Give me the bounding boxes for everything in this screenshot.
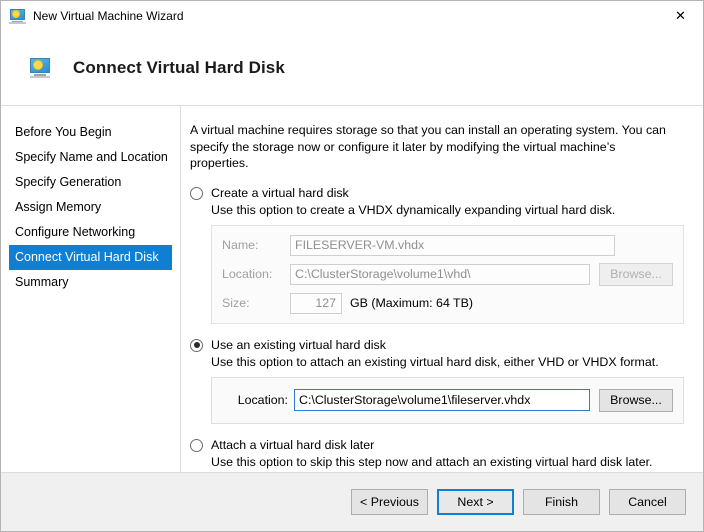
description-use-existing-virtual-hard-disk: Use this option to attach an existing vi…	[211, 354, 659, 369]
radio-create-virtual-hard-disk[interactable]: Create a virtual hard disk	[190, 186, 689, 200]
sidebar-item-specify-name-and-location[interactable]: Specify Name and Location	[1, 145, 172, 170]
existing-location-input[interactable]: C:\ClusterStorage\volume1\fileserver.vhd…	[294, 389, 590, 411]
virtual-machine-icon	[9, 8, 26, 24]
create-disk-group: Name: FILESERVER-VM.vhdx Location: C:\Cl…	[211, 224, 684, 324]
cancel-button[interactable]: Cancel	[609, 489, 686, 515]
radio-button-selected-icon[interactable]	[190, 338, 203, 352]
radio-label-use-existing-virtual-hard-disk: Use an existing virtual hard disk	[211, 337, 386, 352]
new-virtual-machine-wizard-window: New Virtual Machine Wizard ✕ Connect Vir…	[0, 0, 704, 532]
radio-button-icon[interactable]	[190, 438, 203, 452]
sidebar-item-specify-generation[interactable]: Specify Generation	[1, 170, 172, 195]
description-create-virtual-hard-disk: Use this option to create a VHDX dynamic…	[211, 202, 616, 217]
wizard-header: Connect Virtual Hard Disk	[1, 31, 703, 106]
radio-use-existing-virtual-hard-disk[interactable]: Use an existing virtual hard disk	[190, 338, 689, 352]
sidebar-item-before-you-begin[interactable]: Before You Begin	[1, 120, 172, 145]
browse-button-disabled: Browse...	[599, 262, 673, 286]
finish-button[interactable]: Finish	[523, 489, 600, 515]
location-label: Location:	[222, 267, 273, 281]
page-title: Connect Virtual Hard Disk	[73, 58, 285, 77]
existing-location-label: Location:	[237, 393, 288, 407]
name-field-row: Name: FILESERVER-VM.vhdx	[222, 234, 673, 256]
next-button[interactable]: Next >	[437, 489, 514, 515]
existing-location-field-row: Location: C:\ClusterStorage\volume1\file…	[222, 388, 673, 412]
browse-button[interactable]: Browse...	[599, 388, 673, 412]
radio-attach-virtual-hard-disk-later[interactable]: Attach a virtual hard disk later	[190, 438, 689, 452]
radio-label-create-virtual-hard-disk: Create a virtual hard disk	[211, 185, 349, 200]
wizard-body: Before You Begin Specify Name and Locati…	[1, 106, 703, 472]
location-field-row: Location: C:\ClusterStorage\volume1\vhd\…	[222, 262, 673, 286]
radio-button-icon[interactable]	[190, 186, 203, 200]
radio-label-attach-virtual-hard-disk-later: Attach a virtual hard disk later	[211, 437, 375, 452]
size-field-row: Size: 127 GB (Maximum: 64 TB)	[222, 292, 673, 314]
close-icon[interactable]: ✕	[658, 1, 703, 31]
name-label: Name:	[222, 238, 259, 252]
intro-text: A virtual machine requires storage so th…	[190, 123, 666, 170]
previous-button[interactable]: < Previous	[351, 489, 428, 515]
sidebar-item-summary[interactable]: Summary	[1, 270, 172, 295]
window-title: New Virtual Machine Wizard	[33, 9, 184, 23]
name-input: FILESERVER-VM.vhdx	[290, 234, 615, 256]
size-maximum-text: GB (Maximum: 64 TB)	[350, 296, 474, 310]
wizard-step-nav: Before You Begin Specify Name and Locati…	[1, 106, 181, 472]
virtual-machine-icon	[29, 58, 51, 78]
sidebar-item-connect-virtual-hard-disk[interactable]: Connect Virtual Hard Disk	[9, 245, 172, 270]
wizard-footer: < Previous Next > Finish Cancel	[1, 472, 703, 531]
wizard-content: A virtual machine requires storage so th…	[181, 106, 703, 472]
size-label: Size:	[222, 296, 250, 310]
description-attach-virtual-hard-disk-later: Use this option to skip this step now an…	[211, 454, 653, 469]
existing-disk-group: Location: C:\ClusterStorage\volume1\file…	[211, 376, 684, 424]
size-input: 127	[290, 292, 342, 314]
title-bar: New Virtual Machine Wizard ✕	[1, 1, 703, 31]
sidebar-item-configure-networking[interactable]: Configure Networking	[1, 220, 172, 245]
sidebar-item-assign-memory[interactable]: Assign Memory	[1, 195, 172, 220]
location-input: C:\ClusterStorage\volume1\vhd\	[290, 263, 590, 285]
